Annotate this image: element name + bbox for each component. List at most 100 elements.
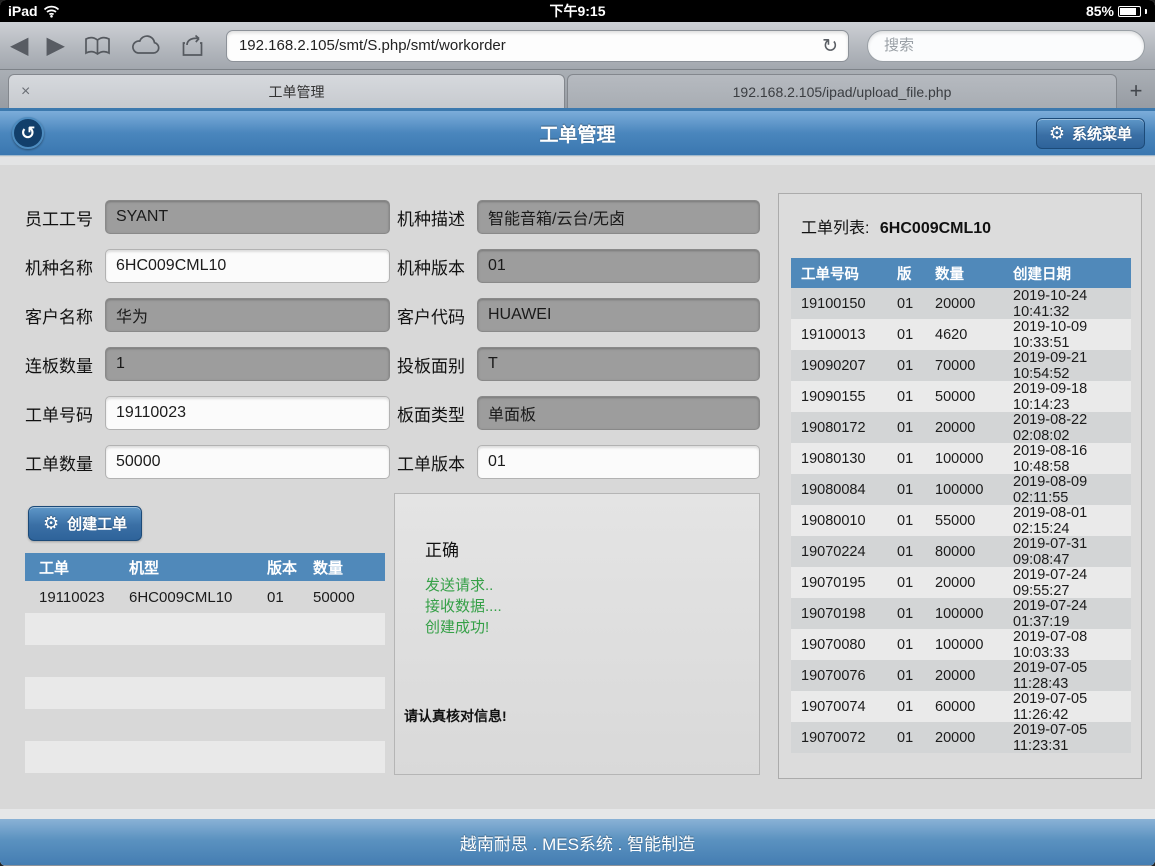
- order-cell: 50000: [935, 389, 1013, 405]
- order-cell: 4620: [935, 327, 1013, 343]
- order-header-cell: 创建日期: [1013, 263, 1131, 284]
- field-input[interactable]: [105, 249, 390, 283]
- order-cell: 20000: [935, 420, 1013, 436]
- order-cell: 19090207: [801, 358, 897, 374]
- battery-percent: 85%: [1086, 3, 1114, 19]
- order-cell: 100000: [935, 482, 1013, 498]
- order-row[interactable]: 191000130146202019-10-09 10:33:51: [791, 319, 1131, 350]
- form-field-row: 机种版本: [397, 249, 760, 283]
- order-cell: 01: [897, 482, 935, 498]
- order-cell: 19080130: [801, 451, 897, 467]
- search-input[interactable]: [882, 36, 1130, 55]
- form-col-left: 员工工号机种名称客户名称连板数量工单号码工单数量: [25, 200, 390, 494]
- gear-icon: ⚙: [1049, 125, 1065, 143]
- field-label: 机种名称: [25, 254, 105, 279]
- order-cell: 01: [897, 606, 935, 622]
- field-input: [477, 396, 760, 430]
- order-cell: 01: [897, 296, 935, 312]
- order-header-cell: 工单号码: [801, 263, 897, 284]
- order-row[interactable]: 1907007601200002019-07-05 11:28:43: [791, 660, 1131, 691]
- order-row[interactable]: 1910015001200002019-10-24 10:41:32: [791, 288, 1131, 319]
- field-label: 工单数量: [25, 450, 105, 475]
- field-input: [477, 200, 760, 234]
- page-back-button[interactable]: ↺: [12, 117, 44, 149]
- order-row[interactable]: 1907022401800002019-07-31 09:08:47: [791, 536, 1131, 567]
- form-field-row: 客户名称: [25, 298, 390, 332]
- order-cell: 01: [897, 358, 935, 374]
- created-table-header: 工单机型版本数量: [25, 553, 385, 581]
- order-row[interactable]: 1909020701700002019-09-21 10:54:52: [791, 350, 1131, 381]
- status-message: 创建成功!: [425, 617, 759, 638]
- forward-nav-button[interactable]: ▶: [46, 34, 64, 58]
- status-bar: iPad 下午9:15 85%: [0, 0, 1155, 22]
- order-row[interactable]: 1909015501500002019-09-18 10:14:23: [791, 381, 1131, 412]
- order-row[interactable]: 19080084011000002019-08-09 02:11:55: [791, 474, 1131, 505]
- order-row[interactable]: 19070080011000002019-07-08 10:03:33: [791, 629, 1131, 660]
- field-input: [477, 249, 760, 283]
- field-input: [477, 347, 760, 381]
- order-cell: 01: [897, 730, 935, 746]
- back-nav-button[interactable]: ◀: [10, 34, 28, 58]
- status-messages: 发送请求..接收数据....创建成功!: [425, 575, 759, 638]
- order-cell: 19100150: [801, 296, 897, 312]
- order-cell: 2019-10-24 10:41:32: [1013, 288, 1131, 320]
- field-label: 客户名称: [25, 303, 105, 328]
- carrier-label: iPad: [8, 3, 38, 19]
- refresh-icon[interactable]: ↻: [822, 35, 838, 57]
- ipad-screen: iPad 下午9:15 85% ◀ ▶: [0, 0, 1155, 866]
- order-row[interactable]: 1907007201200002019-07-05 11:23:31: [791, 722, 1131, 753]
- footer-text: 越南耐思 . MES系统 . 智能制造: [460, 830, 695, 855]
- header-band: [0, 157, 1155, 165]
- order-list-title: 工单列表: 6HC009CML10: [801, 214, 1141, 238]
- created-table-empty-row: [25, 645, 385, 677]
- field-label: 工单号码: [25, 401, 105, 426]
- order-table-body: 1910015001200002019-10-24 10:41:32191000…: [791, 288, 1131, 753]
- created-table-row: 191100236HC009CML100150000: [25, 581, 385, 613]
- order-cell: 2019-07-31 09:08:47: [1013, 536, 1131, 568]
- url-input[interactable]: [237, 36, 822, 55]
- created-cell: 19110023: [39, 589, 129, 606]
- order-cell: 2019-07-08 10:03:33: [1013, 629, 1131, 661]
- share-icon[interactable]: [180, 34, 208, 58]
- system-menu-label: 系统菜单: [1072, 123, 1132, 144]
- wifi-icon: [43, 5, 60, 18]
- tab-upload-file[interactable]: 192.168.2.105/ipad/upload_file.php: [567, 74, 1117, 108]
- system-menu-button[interactable]: ⚙ 系统菜单: [1036, 118, 1145, 149]
- created-header-cell: 机型: [129, 557, 267, 578]
- field-input[interactable]: [105, 445, 390, 479]
- order-cell: 19080084: [801, 482, 897, 498]
- order-cell: 19070072: [801, 730, 897, 746]
- order-row[interactable]: 19070198011000002019-07-24 01:37:19: [791, 598, 1131, 629]
- search-bar[interactable]: [867, 30, 1145, 62]
- close-tab-icon[interactable]: ×: [21, 83, 41, 101]
- order-cell: 55000: [935, 513, 1013, 529]
- url-bar[interactable]: ↻: [226, 30, 849, 62]
- created-header-cell: 版本: [267, 557, 313, 578]
- order-row[interactable]: 19080130011000002019-08-16 10:48:58: [791, 443, 1131, 474]
- field-input: [105, 200, 390, 234]
- bookmarks-icon[interactable]: [83, 35, 112, 57]
- field-input[interactable]: [477, 445, 760, 479]
- order-cell: 2019-09-21 10:54:52: [1013, 350, 1131, 382]
- create-workorder-button[interactable]: ⚙ 创建工单: [28, 506, 142, 541]
- page-footer: 越南耐思 . MES系统 . 智能制造: [0, 819, 1155, 865]
- order-cell: 19080172: [801, 420, 897, 436]
- order-cell: 2019-10-09 10:33:51: [1013, 319, 1131, 351]
- order-cell: 2019-07-05 11:23:31: [1013, 722, 1131, 754]
- order-row[interactable]: 1908017201200002019-08-22 02:08:02: [791, 412, 1131, 443]
- order-cell: 19070195: [801, 575, 897, 591]
- field-input[interactable]: [105, 396, 390, 430]
- order-row[interactable]: 1907019501200002019-07-24 09:55:27: [791, 567, 1131, 598]
- icloud-icon[interactable]: [130, 35, 162, 56]
- page-title: 工单管理: [0, 120, 1155, 147]
- order-header-cell: 数量: [935, 263, 1013, 284]
- created-table-empty-row: [25, 677, 385, 709]
- order-cell: 19080010: [801, 513, 897, 529]
- order-cell: 100000: [935, 451, 1013, 467]
- order-row[interactable]: 1907007401600002019-07-05 11:26:42: [791, 691, 1131, 722]
- tab-workorder[interactable]: × 工单管理: [8, 74, 565, 108]
- new-tab-button[interactable]: +: [1117, 78, 1155, 108]
- field-label: 机种描述: [397, 205, 477, 230]
- create-workorder-label: 创建工单: [67, 513, 127, 534]
- order-row[interactable]: 1908001001550002019-08-01 02:15:24: [791, 505, 1131, 536]
